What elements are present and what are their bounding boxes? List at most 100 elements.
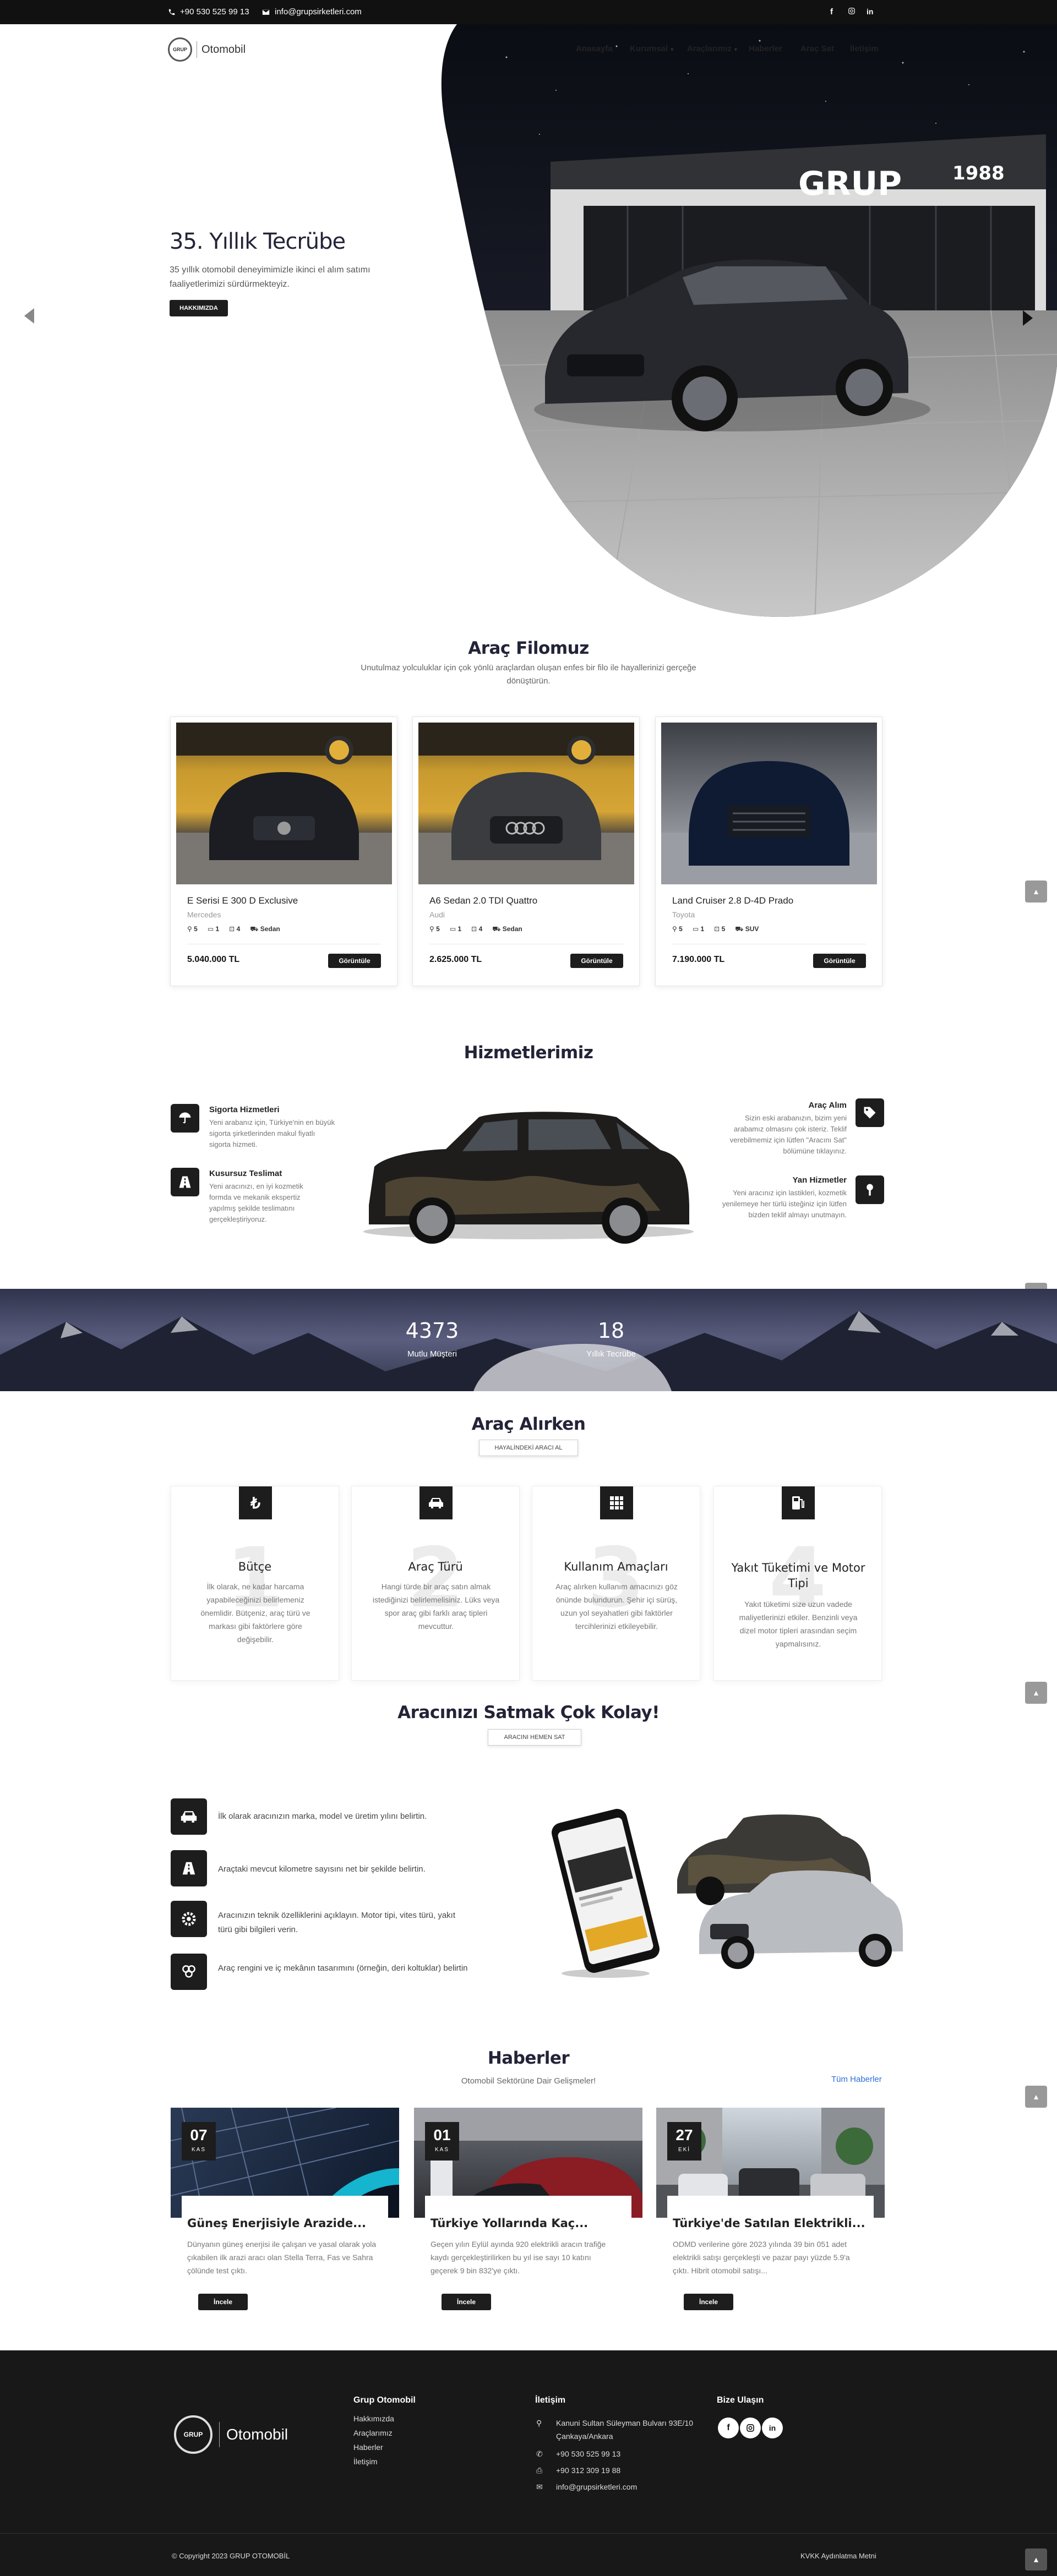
logo[interactable]: GRUP Otomobil xyxy=(168,37,246,62)
hero-about-button[interactable]: HAKKIMIZDA xyxy=(170,300,228,316)
nav-haberler-link[interactable]: Haberler xyxy=(749,44,782,53)
nav-araclar-link[interactable]: Araçlarımız xyxy=(687,44,732,53)
view-car-button[interactable]: Görüntüle xyxy=(813,954,866,968)
sell-car-button[interactable]: ARACINI HEMEN SAT xyxy=(488,1729,581,1746)
prev-slide-arrow-icon[interactable] xyxy=(24,308,34,324)
hero-sign-year: 1988 xyxy=(952,162,1005,184)
car-name[interactable]: A6 Sedan 2.0 TDI Quattro xyxy=(429,895,537,906)
read-more-button[interactable]: İncele xyxy=(442,2294,491,2310)
chevron-up-icon: ▲ xyxy=(1032,2555,1040,2564)
topbar-email-text: info@grupsirketleri.com xyxy=(275,7,362,17)
car-price: 7.190.000 TL xyxy=(672,955,725,964)
footer-link[interactable]: Araçlarımız xyxy=(353,2429,393,2437)
car-card[interactable]: Land Cruiser 2.8 D-4D Prado Toyota ⚲ 5 ▭… xyxy=(655,717,882,986)
scroll-up-button[interactable]: ▲ xyxy=(1025,1682,1047,1704)
instagram-link[interactable] xyxy=(848,7,856,15)
nav-kurumsal[interactable]: Kurumsal ▼ xyxy=(630,44,674,54)
news-title: Haberler xyxy=(487,2048,570,2068)
car-bags: 4 xyxy=(478,925,483,933)
car-price: 5.040.000 TL xyxy=(187,955,240,964)
facebook-link[interactable]: f xyxy=(718,2418,739,2438)
fleet-subtitle: Unutulmaz yolculuklar için çok yönlü ara… xyxy=(361,663,696,686)
fax-icon: ⎙ xyxy=(536,2466,543,2475)
news-title[interactable]: Türkiye'de Satılan Elektrikli... xyxy=(673,2217,865,2230)
facebook-icon: f xyxy=(830,7,833,17)
nav-haberler[interactable]: Haberler xyxy=(749,44,782,54)
view-car-button[interactable]: Görüntüle xyxy=(328,954,381,968)
car-body-icon: ⛟ Sedan xyxy=(250,925,280,933)
chevron-up-icon: ▲ xyxy=(1032,2092,1040,2101)
kvkk-link[interactable]: KVKK Aydınlatma Metni xyxy=(800,2552,876,2560)
instagram-icon xyxy=(848,8,855,14)
view-car-button[interactable]: Görüntüle xyxy=(570,954,623,968)
car-body-icon: ⛟ Sedan xyxy=(492,925,522,933)
seats-icon: ⚲ 5 xyxy=(187,925,198,933)
service-title: Kusursuz Teslimat xyxy=(209,1169,282,1178)
read-more-button[interactable]: İncele xyxy=(684,2294,733,2310)
news-day: 07 xyxy=(190,2126,208,2143)
tip-title: Araç Türü xyxy=(408,1560,463,1573)
service-icon xyxy=(856,1175,884,1204)
sell-step-text: Aracınızın teknik özelliklerini açıklayı… xyxy=(218,1911,455,1934)
news-card[interactable]: 07 KAS Güneş Enerjisiyle Arazide... Dünya… xyxy=(171,2108,399,2317)
nav-home[interactable]: Anasayfa xyxy=(576,44,613,54)
stat-value: 4373 xyxy=(405,1319,459,1343)
linkedin-link[interactable]: in xyxy=(867,7,873,16)
footer-phone[interactable]: +90 530 525 99 13 xyxy=(556,2449,620,2458)
buying-title: Araç Alırken xyxy=(471,1414,586,1434)
service-desc: Yeni aracınız için lastikleri, kozmetik … xyxy=(722,1189,847,1219)
service-icon xyxy=(171,1168,199,1196)
footer-logo[interactable]: GRUP Otomobil xyxy=(174,2415,288,2454)
hero-section: GRUP 1988 GRUP Otomobil Anasayfa Kurumsa… xyxy=(0,24,1057,624)
news-title[interactable]: Güneş Enerjisiyle Arazide... xyxy=(187,2217,366,2230)
instagram-link[interactable] xyxy=(740,2418,761,2438)
car-seats: 5 xyxy=(436,925,440,933)
nav-iletisim[interactable]: İletişim xyxy=(850,44,879,54)
next-slide-arrow-icon[interactable] xyxy=(1023,310,1033,326)
footer-link[interactable]: İletişim xyxy=(353,2457,378,2466)
nav-home-link[interactable]: Anasayfa xyxy=(576,44,613,53)
car-body: Sedan xyxy=(502,925,522,933)
car-name[interactable]: Land Cruiser 2.8 D-4D Prado xyxy=(672,895,793,906)
buy-car-button[interactable]: HAYALİNDEKİ ARACI AL xyxy=(479,1440,578,1456)
service-icon xyxy=(171,1104,199,1133)
nav-kurumsal-link[interactable]: Kurumsal xyxy=(630,44,668,53)
car-image xyxy=(418,723,634,884)
car-specs: ⚲ 5 ▭ 1 ⊡ 4 ⛟ Sedan xyxy=(187,925,280,934)
scroll-up-button[interactable]: ▲ xyxy=(1025,2086,1047,2108)
footer-link[interactable]: Hakkımızda xyxy=(353,2414,394,2423)
facebook-link[interactable]: f xyxy=(830,7,833,17)
nav-arac-sat[interactable]: Araç Sat xyxy=(800,44,834,54)
news-card[interactable]: 01 KAS Türkiye Yollarında Kaç... Geçen yı… xyxy=(414,2108,642,2317)
car-name[interactable]: E Serisi E 300 D Exclusive xyxy=(187,895,298,906)
sell-illustration xyxy=(552,1809,903,1978)
service-desc: Yeni aracınızı, en iyi kozmetik formda v… xyxy=(209,1182,303,1223)
topbar-phone[interactable]: +90 530 525 99 13 xyxy=(168,7,249,17)
news-date-badge: 07 KAS xyxy=(182,2122,216,2161)
footer-link[interactable]: Haberler xyxy=(353,2443,383,2452)
nav-araclar[interactable]: Araçlarımız ▼ xyxy=(687,44,738,54)
all-news-link[interactable]: Tüm Haberler xyxy=(831,2075,882,2084)
service-desc: Yeni arabanız için, Türkiye'nin en büyük… xyxy=(209,1118,335,1148)
car-card[interactable]: E Serisi E 300 D Exclusive Mercedes ⚲ 5 … xyxy=(170,717,397,986)
nav-arac-sat-link[interactable]: Araç Sat xyxy=(800,44,834,53)
news-desc: Geçen yılın Eylül ayında 920 elektrikli … xyxy=(431,2240,606,2275)
footer-phone-2[interactable]: +90 312 309 19 88 xyxy=(556,2466,620,2475)
scroll-up-button[interactable]: ▲ xyxy=(1025,880,1047,903)
topbar-email[interactable]: info@grupsirketleri.com xyxy=(261,7,362,17)
nav-iletisim-link[interactable]: İletişim xyxy=(850,44,879,53)
footer-email[interactable]: info@grupsirketleri.com xyxy=(556,2482,637,2491)
scroll-up-button[interactable]: ▲ xyxy=(1025,2548,1047,2570)
read-more-button[interactable]: İncele xyxy=(198,2294,248,2310)
news-title[interactable]: Türkiye Yollarında Kaç... xyxy=(431,2217,588,2230)
phone-icon: ✆ xyxy=(536,2449,543,2458)
car-seats: 5 xyxy=(194,925,198,933)
service-desc: Sizin eski arabanızın, bizim yeni arabam… xyxy=(729,1114,847,1155)
news-desc: ODMD verilerine göre 2023 yılında 39 bin… xyxy=(673,2240,850,2275)
topbar-phone-text: +90 530 525 99 13 xyxy=(180,7,249,17)
news-card[interactable]: 27 EKİ Türkiye'de Satılan Elektrikli... O… xyxy=(656,2108,885,2317)
car-card[interactable]: A6 Sedan 2.0 TDI Quattro Audi ⚲ 5 ▭ 1 ⊡ … xyxy=(412,717,640,986)
linkedin-icon: in xyxy=(867,7,874,16)
chevron-up-icon: ▲ xyxy=(1032,887,1040,896)
linkedin-link[interactable]: in xyxy=(762,2418,783,2438)
